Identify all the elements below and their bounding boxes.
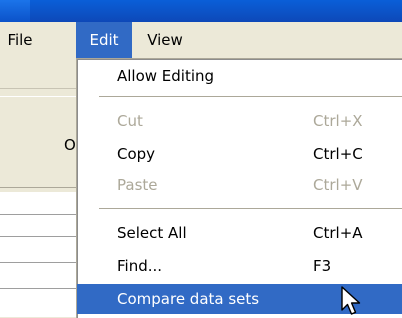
menu-item-label: Copy <box>117 145 156 163</box>
menu-item-label: Cut <box>117 112 143 130</box>
background-toolbar-row <box>0 60 76 89</box>
menu-separator <box>99 96 402 97</box>
menu-separator <box>99 208 402 209</box>
menu-item-shortcut: Ctrl+V <box>313 176 363 194</box>
grid-row-line <box>0 262 76 263</box>
menu-item-copy[interactable]: Copy Ctrl+C <box>77 139 402 169</box>
menu-item-shortcut: Ctrl+C <box>313 145 363 163</box>
app-icon <box>0 0 30 22</box>
menu-item-find[interactable]: Find... F3 <box>77 251 402 281</box>
menu-item-label: Compare data sets <box>117 290 260 308</box>
menu-bar: File Edit View <box>0 22 402 61</box>
menu-item-shortcut: F3 <box>313 257 332 275</box>
menu-edit[interactable]: Edit <box>76 22 132 58</box>
edit-menu-dropdown: Allow Editing Cut Ctrl+X Copy Ctrl+C Pas… <box>76 58 402 318</box>
grid-row-line <box>0 288 76 289</box>
grid-row-line <box>0 236 76 237</box>
menu-item-label: Paste <box>117 176 158 194</box>
window-title-bar <box>0 0 402 22</box>
grid-row-line <box>0 214 76 215</box>
mouse-pointer-icon <box>341 286 361 315</box>
menu-view[interactable]: View <box>142 22 188 58</box>
menu-item-cut[interactable]: Cut Ctrl+X <box>77 106 402 136</box>
menu-item-allow-editing[interactable]: Allow Editing <box>77 61 402 91</box>
menu-item-shortcut: Ctrl+X <box>313 112 363 130</box>
menu-item-select-all[interactable]: Select All Ctrl+A <box>77 218 402 248</box>
menu-file[interactable]: File <box>2 22 38 58</box>
menu-item-paste[interactable]: Paste Ctrl+V <box>77 170 402 200</box>
menu-item-label: Allow Editing <box>117 67 215 85</box>
menu-item-label: Find... <box>117 257 163 275</box>
menu-item-shortcut: Ctrl+A <box>313 224 363 242</box>
menu-item-label: Select All <box>117 224 187 242</box>
background-grid <box>0 192 76 317</box>
background-button-label: O <box>64 136 76 154</box>
